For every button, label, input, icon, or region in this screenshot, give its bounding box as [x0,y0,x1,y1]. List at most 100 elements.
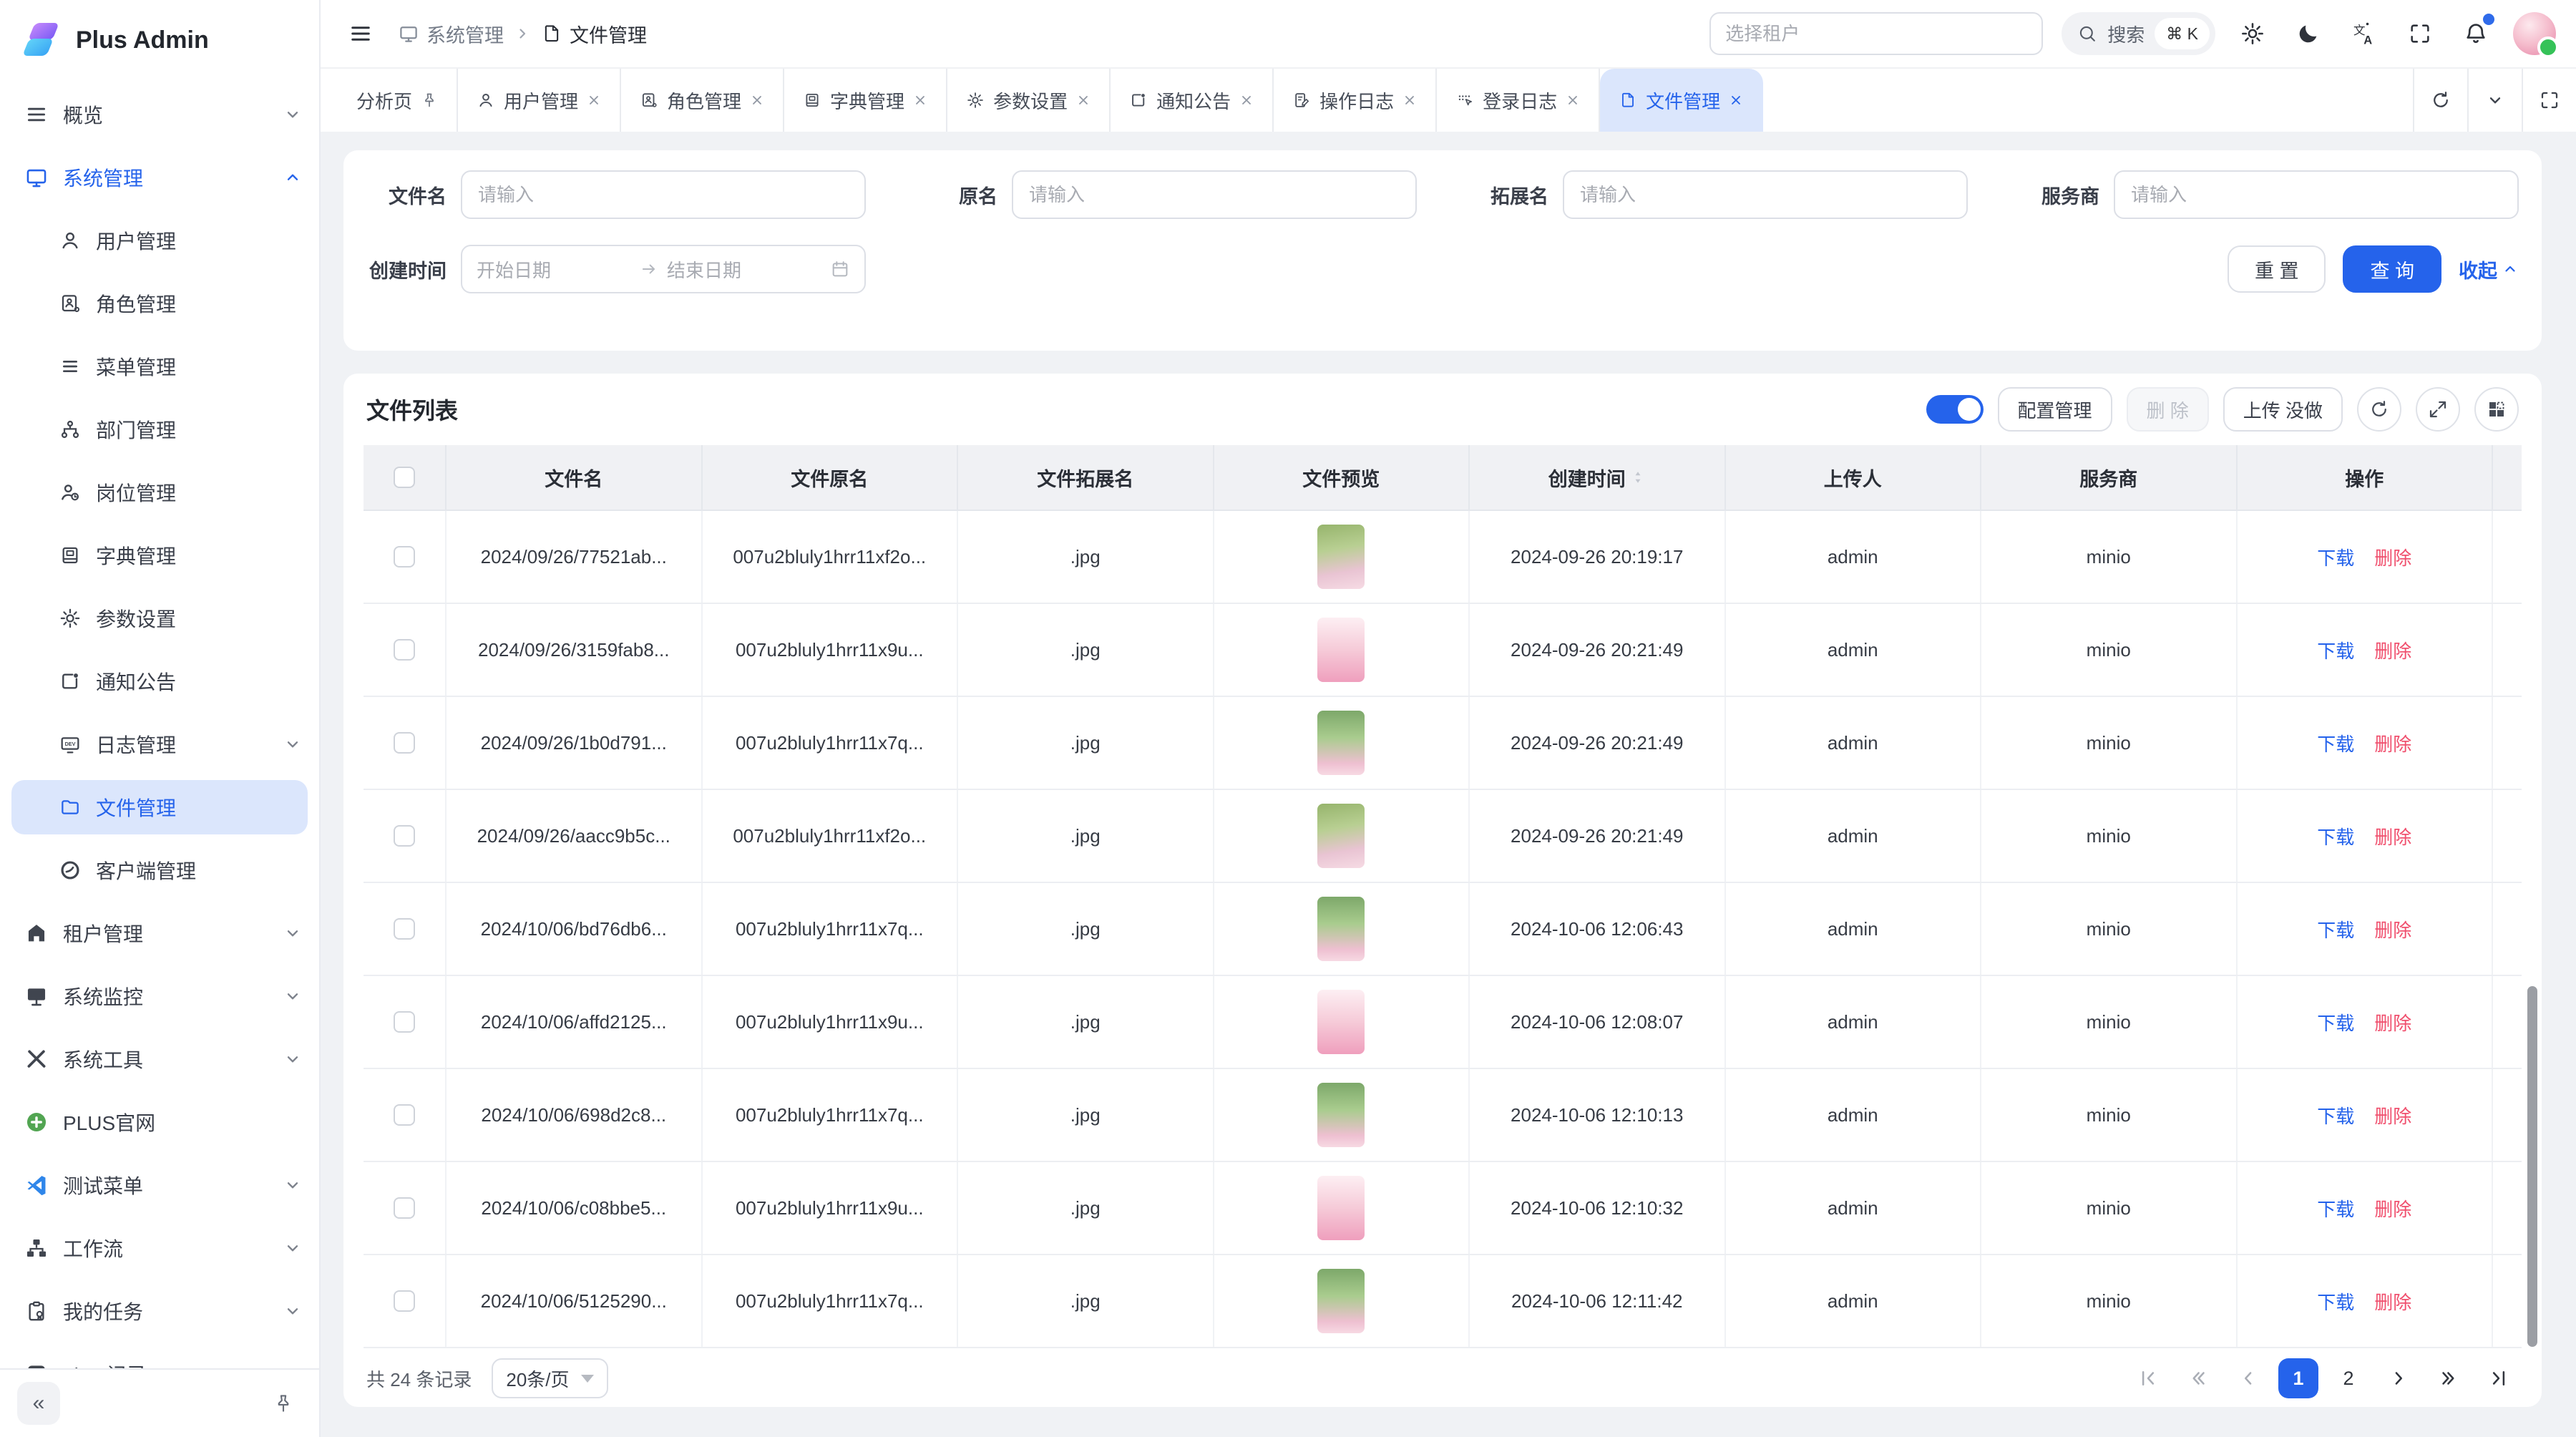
sidebar-item-department-management[interactable]: 部门管理 [0,398,319,461]
col-header-created-time[interactable]: 创建时间 [1470,445,1726,510]
breadcrumb-file-management[interactable]: 文件管理 [541,20,647,48]
date-range-picker[interactable]: 开始日期 结束日期 [461,245,866,293]
delete-link[interactable]: 删除 [2374,544,2411,570]
sidebar-item-parameter-settings[interactable]: 参数设置 [0,587,319,650]
file-preview-thumbnail[interactable] [1317,804,1365,868]
pin-icon[interactable] [421,92,438,109]
sidebar-item-menu-management[interactable]: 菜单管理 [0,335,319,398]
download-link[interactable]: 下载 [2317,1102,2354,1129]
sort-icon[interactable] [1630,469,1646,485]
tab-user-management[interactable]: 用户管理 [458,69,621,132]
tab-login-log[interactable]: 登录日志 [1437,69,1600,132]
breadcrumb-system-management[interactable]: 系统管理 [398,20,504,48]
file-preview-thumbnail[interactable] [1317,711,1365,775]
sidebar-item-overview[interactable]: 概览 [0,83,319,146]
content-fullscreen-button[interactable] [2522,69,2576,132]
sidebar-item-dictionary-management[interactable]: 字典管理 [0,524,319,587]
file-preview-thumbnail[interactable] [1317,990,1365,1054]
prev-page-button[interactable] [2228,1358,2268,1398]
column-settings-button[interactable] [2474,387,2519,432]
global-search-button[interactable]: 搜索 ⌘ K [2062,12,2215,55]
select-all-checkbox[interactable] [394,467,415,488]
delete-link[interactable]: 删除 [2374,1009,2411,1036]
sidebar-item-post-management[interactable]: 岗位管理 [0,461,319,524]
row-checkbox[interactable] [394,1104,415,1126]
table-scrollbar-thumb[interactable] [2527,986,2537,1347]
file-preview-thumbnail[interactable] [1317,618,1365,682]
sidebar-item-role-management[interactable]: 角色管理 [0,272,319,335]
close-icon[interactable] [1729,93,1743,107]
upload-button[interactable]: 上传 没做 [2223,387,2343,432]
download-link[interactable]: 下载 [2317,637,2354,663]
sidebar-item-file-management[interactable]: 文件管理 [11,780,308,834]
row-checkbox[interactable] [394,1290,415,1312]
download-link[interactable]: 下载 [2317,544,2354,570]
row-checkbox[interactable] [394,1011,415,1033]
sidebar-item-workflow[interactable]: 工作流 [0,1217,319,1280]
tab-role-management[interactable]: 角色管理 [621,69,784,132]
settings-button[interactable] [2234,15,2271,52]
collapse-filters-link[interactable]: 收起 [2459,255,2519,283]
sidebar-pin-button[interactable] [265,1385,302,1422]
sidebar-item-plus-website[interactable]: PLUS官网 [0,1091,319,1154]
sidebar-item-system-monitor[interactable]: 系统监控 [0,965,319,1028]
provider-input[interactable] [2114,170,2519,219]
hamburger-menu-button[interactable] [341,14,381,54]
config-management-button[interactable]: 配置管理 [1998,387,2112,432]
tab-notice-announcement[interactable]: 通知公告 [1111,69,1274,132]
sidebar-item-system-management[interactable]: 系统管理 [0,146,319,209]
original-name-input[interactable] [1012,170,1417,219]
delete-link[interactable]: 删除 [2374,1102,2411,1129]
delete-link[interactable]: 删除 [2374,1195,2411,1222]
delete-link[interactable]: 删除 [2374,1288,2411,1315]
fullscreen-button[interactable] [2401,15,2439,52]
file-preview-thumbnail[interactable] [1317,1083,1365,1147]
close-icon[interactable] [1076,93,1091,107]
download-link[interactable]: 下载 [2317,823,2354,849]
table-fullscreen-button[interactable] [2416,387,2460,432]
close-icon[interactable] [750,93,764,107]
delete-link[interactable]: 删除 [2374,637,2411,663]
tab-analysis[interactable]: 分析页 [338,69,458,132]
page-1-button[interactable]: 1 [2278,1358,2318,1398]
delete-link[interactable]: 删除 [2374,730,2411,756]
tab-dictionary-management[interactable]: 字典管理 [784,69,947,132]
file-preview-thumbnail[interactable] [1317,525,1365,589]
first-page-button[interactable] [2128,1358,2168,1398]
row-checkbox[interactable] [394,825,415,847]
download-link[interactable]: 下载 [2317,1288,2354,1315]
sidebar-collapse-button[interactable]: « [17,1382,60,1425]
jump-back-button[interactable] [2178,1358,2218,1398]
dark-mode-button[interactable] [2290,15,2327,52]
tab-file-management[interactable]: 文件管理 [1600,69,1763,132]
row-checkbox[interactable] [394,639,415,661]
row-checkbox[interactable] [394,732,415,754]
delete-link[interactable]: 删除 [2374,916,2411,942]
sidebar-item-client-management[interactable]: 客户端管理 [0,839,319,902]
notifications-button[interactable] [2457,15,2494,52]
close-icon[interactable] [587,93,601,107]
row-checkbox[interactable] [394,546,415,568]
next-page-button[interactable] [2379,1358,2419,1398]
sidebar-item-tenant-management[interactable]: 租户管理 [0,902,319,965]
tab-list-dropdown-button[interactable] [2467,69,2522,132]
tab-operation-log[interactable]: 操作日志 [1274,69,1437,132]
sidebar-item-test-menu[interactable]: 测试菜单 [0,1154,319,1217]
sidebar-item-my-tasks[interactable]: 我的任务 [0,1280,319,1343]
search-button[interactable]: 查 询 [2343,245,2441,293]
close-icon[interactable] [913,93,927,107]
sidebar-item-user-management[interactable]: 用户管理 [0,209,319,272]
tab-parameter-settings[interactable]: 参数设置 [947,69,1111,132]
download-link[interactable]: 下载 [2317,730,2354,756]
delete-button[interactable]: 删 除 [2127,387,2209,432]
row-checkbox[interactable] [394,918,415,940]
sidebar-item-system-tools[interactable]: 系统工具 [0,1028,319,1091]
jump-forward-button[interactable] [2429,1358,2469,1398]
row-checkbox[interactable] [394,1197,415,1219]
last-page-button[interactable] [2479,1358,2519,1398]
page-2-button[interactable]: 2 [2328,1358,2368,1398]
close-icon[interactable] [1239,93,1254,107]
download-link[interactable]: 下载 [2317,916,2354,942]
language-button[interactable] [2346,15,2383,52]
sidebar-item-log-management[interactable]: 日志管理 [0,713,319,776]
